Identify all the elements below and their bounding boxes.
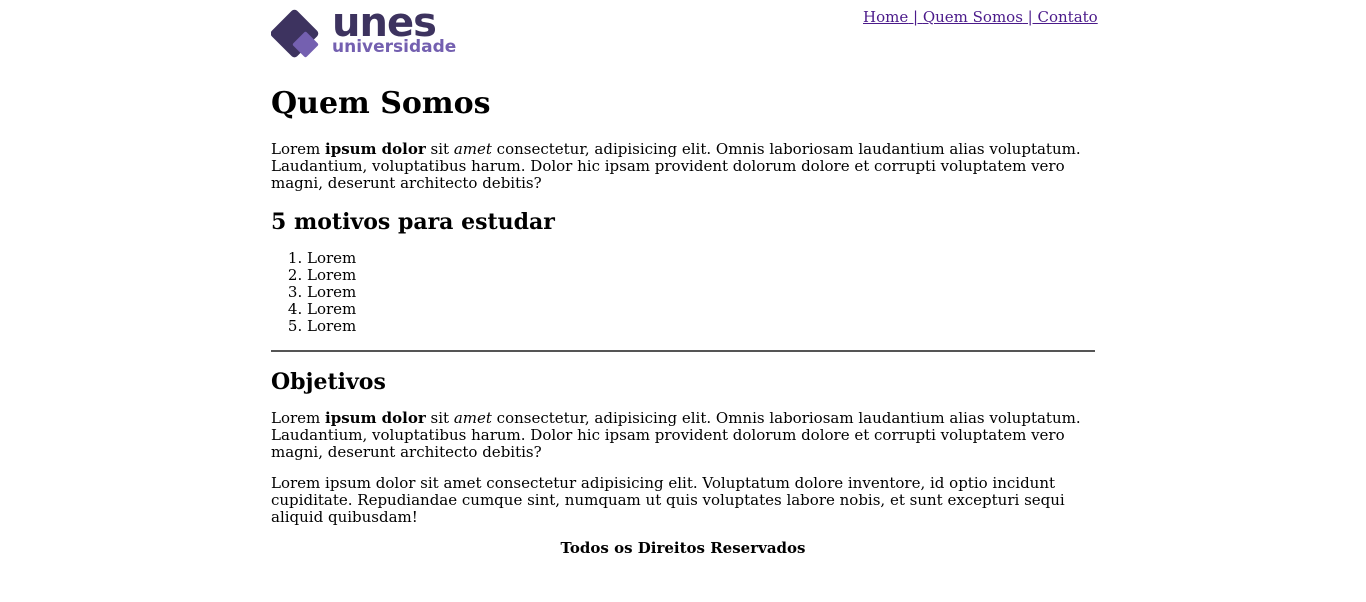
intro-text-1: Lorem xyxy=(271,140,326,158)
nav-separator: | xyxy=(908,8,923,26)
nav-link-quem-somos[interactable]: Quem Somos | xyxy=(923,8,1038,26)
motivos-list: Lorem Lorem Lorem Lorem Lorem xyxy=(271,250,1095,335)
section-divider xyxy=(271,350,1095,352)
objetivos-heading: Objetivos xyxy=(271,369,386,395)
page-title: Quem Somos xyxy=(271,86,491,121)
list-item: Lorem xyxy=(307,301,1095,318)
intro-italic-text: amet xyxy=(453,140,492,158)
footer-copyright: Todos os Direitos Reservados xyxy=(560,539,806,557)
motivos-heading: 5 motivos para estudar xyxy=(271,209,555,235)
objetivos-bold-text: ipsum dolor xyxy=(325,409,426,427)
objetivos-text-2: sit xyxy=(425,409,454,427)
intro-text-2: sit xyxy=(425,140,454,158)
nav-link-home[interactable]: Home | xyxy=(863,8,923,26)
nav-separator: | xyxy=(1022,8,1038,26)
page-container: unes universidade Home | Quem Somos | Co… xyxy=(271,0,1098,557)
intro-paragraph: Lorem ipsum dolor sit amet consectetur, … xyxy=(271,141,1095,192)
objetivos-text-1: Lorem xyxy=(271,409,326,427)
list-item: Lorem xyxy=(307,318,1095,335)
logo-subtitle: universidade xyxy=(332,37,457,57)
list-item: Lorem xyxy=(307,267,1095,284)
objetivos-paragraph-1: Lorem ipsum dolor sit amet consectetur, … xyxy=(271,410,1095,461)
nav-link-quem-somos-label: Quem Somos xyxy=(922,8,1023,26)
objetivos-italic-text: amet xyxy=(453,409,492,427)
logo[interactable]: unes universidade xyxy=(271,3,466,62)
nav-link-home-label: Home xyxy=(863,8,909,26)
list-item: Lorem xyxy=(307,250,1095,267)
header: unes universidade Home | Quem Somos | Co… xyxy=(271,0,1098,62)
list-item: Lorem xyxy=(307,284,1095,301)
logo-diamond-icon xyxy=(271,9,319,58)
top-nav: Home | Quem Somos | Contato xyxy=(863,8,1098,26)
objetivos-paragraph-2: Lorem ipsum dolor sit amet consectetur a… xyxy=(271,474,1065,526)
nav-link-contato-label: Contato xyxy=(1037,8,1098,26)
nav-link-contato[interactable]: Contato xyxy=(1038,8,1098,26)
intro-bold-text: ipsum dolor xyxy=(325,140,426,158)
